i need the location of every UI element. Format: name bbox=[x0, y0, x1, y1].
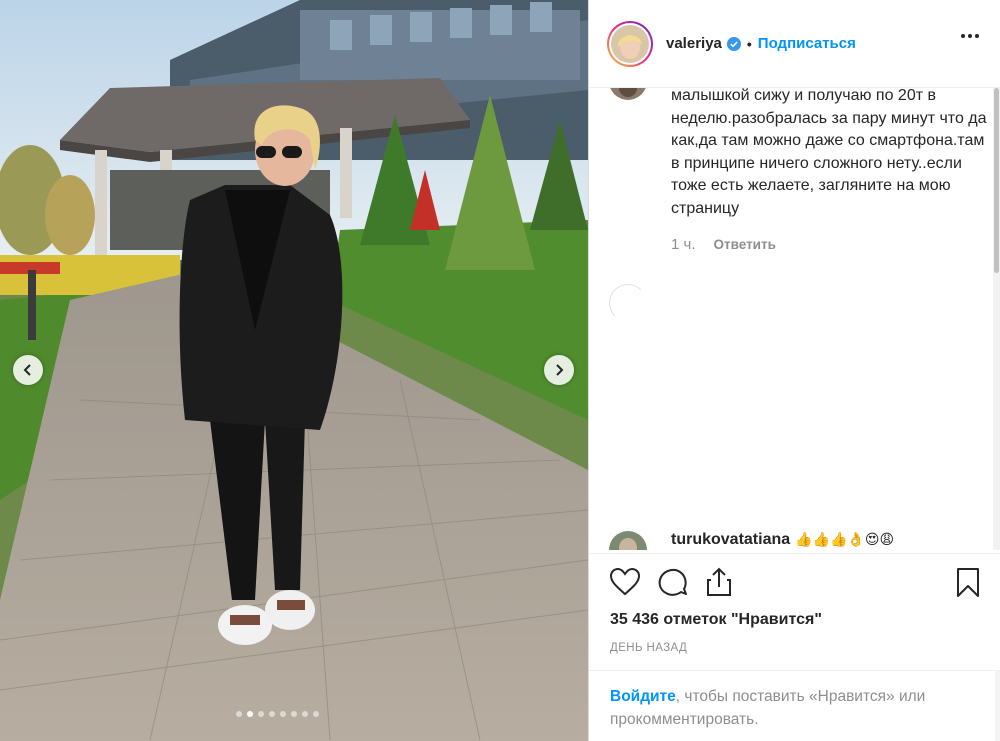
photo-scene bbox=[0, 0, 588, 741]
post-actions: 35 436 отметок "Нравится" День назад Вой… bbox=[589, 553, 1000, 741]
post-username[interactable]: valeriya bbox=[666, 35, 722, 52]
heart-icon[interactable] bbox=[609, 567, 641, 597]
comment-meta: 1 ч. Ответить bbox=[671, 236, 776, 253]
carousel-dot bbox=[258, 711, 264, 717]
comment-avatar[interactable] bbox=[609, 531, 647, 550]
scrollbar-thumb[interactable] bbox=[994, 88, 999, 273]
share-icon[interactable] bbox=[705, 567, 733, 597]
avatar[interactable] bbox=[607, 20, 653, 67]
reply-button[interactable]: Ответить bbox=[714, 237, 776, 253]
chevron-right-icon bbox=[556, 364, 564, 376]
comment-avatar[interactable] bbox=[609, 88, 647, 100]
post-side-panel: valeriya • Подписаться малышкой сижу и п… bbox=[588, 0, 1000, 741]
likes-count[interactable]: 35 436 отметок "Нравится" bbox=[610, 611, 822, 629]
carousel-dot bbox=[247, 711, 253, 717]
comment-time[interactable]: 1 ч. bbox=[671, 236, 696, 253]
comment-row: turukovatatiana 👍👍👍👌😍😩 bbox=[671, 531, 894, 549]
loading-avatar-placeholder bbox=[609, 284, 647, 322]
carousel-dot bbox=[236, 711, 242, 717]
prev-photo-button[interactable] bbox=[13, 355, 43, 385]
carousel-dot bbox=[302, 711, 308, 717]
panel-edge bbox=[995, 670, 1000, 741]
carousel-dot bbox=[291, 711, 297, 717]
post-date[interactable]: День назад bbox=[610, 642, 687, 654]
chevron-left-icon bbox=[23, 364, 31, 376]
carousel-dots bbox=[236, 711, 319, 717]
comments-scrollbar[interactable] bbox=[993, 88, 1000, 550]
comment-icon[interactable] bbox=[657, 567, 689, 597]
comment-text: малышкой сижу и получаю по 20т в неделю.… bbox=[671, 88, 987, 217]
carousel-dot bbox=[269, 711, 275, 717]
login-prompt: Войдите, чтобы поставить «Нравится» или … bbox=[589, 670, 1000, 731]
post-header: valeriya • Подписаться bbox=[589, 0, 1000, 88]
comments-list[interactable]: малышкой сижу и получаю по 20т в неделю.… bbox=[589, 88, 994, 550]
verified-badge-icon bbox=[726, 36, 741, 51]
next-photo-button[interactable] bbox=[544, 355, 574, 385]
header-separator: • bbox=[746, 35, 752, 52]
carousel-dot bbox=[280, 711, 286, 717]
login-link[interactable]: Войдите bbox=[610, 688, 676, 705]
comment-text: 👍👍👍👌😍😩 bbox=[795, 532, 895, 548]
post-photo[interactable] bbox=[0, 0, 588, 741]
follow-button[interactable]: Подписаться bbox=[758, 35, 856, 52]
carousel-dot bbox=[313, 711, 319, 717]
avatar-photo bbox=[611, 24, 649, 63]
bookmark-icon[interactable] bbox=[955, 567, 981, 599]
comment-username[interactable]: turukovatatiana bbox=[671, 531, 790, 549]
more-options-icon[interactable] bbox=[961, 34, 979, 38]
